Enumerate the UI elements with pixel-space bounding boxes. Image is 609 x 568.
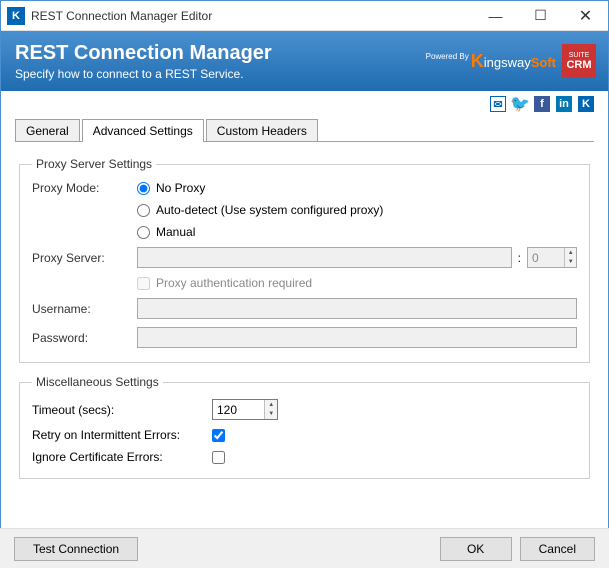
ignore-cert-checkbox[interactable] [212,451,225,464]
close-button[interactable]: ✕ [563,1,608,31]
timeout-label: Timeout (secs): [32,403,212,417]
proxy-auth-checkbox[interactable] [137,277,150,290]
password-input[interactable] [137,327,577,348]
window-title: REST Connection Manager Editor [31,9,473,23]
retry-label: Retry on Intermittent Errors: [32,428,212,442]
tab-general[interactable]: General [15,119,80,142]
username-input[interactable] [137,298,577,319]
cancel-button[interactable]: Cancel [520,537,595,561]
ok-button[interactable]: OK [440,537,512,561]
port-separator: : [518,251,521,265]
app-icon: K [7,7,25,25]
tab-custom-headers[interactable]: Custom Headers [206,119,318,142]
proxy-mode-label: Proxy Mode: [32,181,137,195]
misc-settings-group: Miscellaneous Settings Timeout (secs): ▲… [19,375,590,479]
proxy-mode-auto-detect[interactable]: Auto-detect (Use system configured proxy… [137,203,383,217]
password-label: Password: [32,331,137,345]
ignore-cert-label: Ignore Certificate Errors: [32,450,212,464]
k-icon[interactable]: K [578,96,594,112]
kingswaysoft-logo: Powered By KingswaySoft [428,51,556,72]
maximize-button[interactable]: ☐ [518,1,563,31]
header-banner: REST Connection Manager Specify how to c… [1,31,608,91]
proxy-settings-group: Proxy Server Settings Proxy Mode: No Pro… [19,157,590,363]
tab-advanced-settings[interactable]: Advanced Settings [82,119,204,142]
spinner-down-icon[interactable]: ▼ [565,258,576,268]
proxy-auth-label: Proxy authentication required [156,276,312,290]
proxy-server-input[interactable] [137,247,512,268]
proxy-port-spinner[interactable]: ▲▼ [527,247,577,268]
proxy-mode-manual[interactable]: Manual [137,225,383,239]
twitter-icon[interactable]: 🐦 [512,96,528,112]
retry-checkbox[interactable] [212,429,225,442]
radio-no-proxy[interactable] [137,182,150,195]
timeout-spinner[interactable]: ▲▼ [212,399,278,420]
titlebar: K REST Connection Manager Editor — ☐ ✕ [1,1,608,31]
radio-no-proxy-label: No Proxy [156,181,205,195]
mail-icon[interactable]: ✉ [490,96,506,112]
spinner-up-icon[interactable]: ▲ [265,400,277,410]
radio-auto-detect-label: Auto-detect (Use system configured proxy… [156,203,383,217]
suitecrm-logo: SUITE CRM [562,44,596,78]
proxy-port-input[interactable] [528,248,564,267]
spinner-down-icon[interactable]: ▼ [265,410,277,420]
radio-manual-label: Manual [156,225,195,239]
tab-content: Proxy Server Settings Proxy Mode: No Pro… [1,143,608,479]
username-label: Username: [32,302,137,316]
minimize-button[interactable]: — [473,1,518,31]
timeout-input[interactable] [213,400,264,419]
radio-auto-detect[interactable] [137,204,150,217]
proxy-server-label: Proxy Server: [32,251,137,265]
radio-manual[interactable] [137,226,150,239]
proxy-legend: Proxy Server Settings [32,157,156,171]
social-links: ✉ 🐦 f in K [1,91,608,117]
misc-legend: Miscellaneous Settings [32,375,163,389]
linkedin-icon[interactable]: in [556,96,572,112]
proxy-mode-no-proxy[interactable]: No Proxy [137,181,383,195]
footer: Test Connection OK Cancel [0,528,609,568]
tabs: General Advanced Settings Custom Headers [1,119,608,142]
test-connection-button[interactable]: Test Connection [14,537,138,561]
spinner-up-icon[interactable]: ▲ [565,248,576,258]
facebook-icon[interactable]: f [534,96,550,112]
